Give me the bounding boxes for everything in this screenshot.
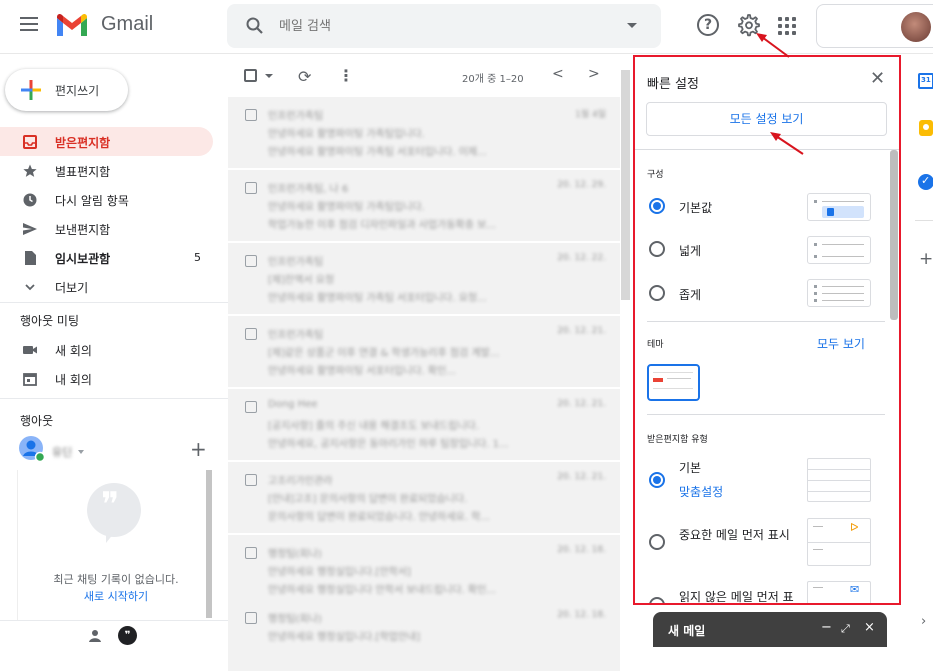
email-snippet bbox=[268, 646, 598, 660]
annotation-arrows bbox=[756, 33, 804, 155]
